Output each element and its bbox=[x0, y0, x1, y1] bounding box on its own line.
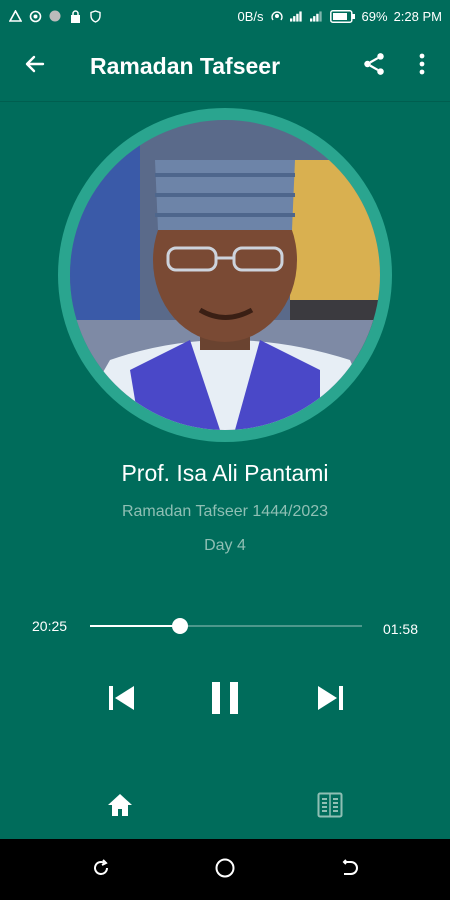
warning-icon bbox=[8, 9, 22, 23]
episode-title: Day 4 bbox=[204, 537, 246, 554]
app-bar: Ramadan Tafseer bbox=[0, 32, 450, 102]
recents-icon bbox=[91, 858, 111, 883]
signal-2-icon bbox=[309, 9, 324, 23]
bottom-navigation bbox=[0, 775, 450, 839]
skip-previous-icon bbox=[107, 684, 137, 717]
signal-icon bbox=[289, 9, 304, 23]
artwork-ring bbox=[58, 108, 392, 442]
status-bar: 0B/s 69% 2:28 PM bbox=[0, 0, 450, 32]
arrow-back-icon bbox=[23, 52, 47, 81]
remaining-time: 01:58 bbox=[382, 621, 418, 637]
page-title: Ramadan Tafseer bbox=[90, 53, 281, 79]
more-options-button[interactable] bbox=[398, 32, 446, 102]
back-system-button[interactable] bbox=[336, 857, 362, 883]
circle-icon bbox=[214, 857, 236, 884]
system-navigation-bar bbox=[0, 839, 450, 900]
battery-text: 69% bbox=[361, 8, 388, 24]
skip-next-icon bbox=[315, 684, 345, 717]
dot-icon bbox=[48, 9, 62, 23]
playback-controls bbox=[0, 672, 450, 728]
battery-icon bbox=[329, 9, 356, 23]
recents-button[interactable] bbox=[88, 857, 114, 883]
speaker-portrait bbox=[70, 120, 380, 430]
seek-row: 20:25 01:58 bbox=[0, 612, 450, 642]
status-left-icons bbox=[8, 9, 102, 23]
lock-icon bbox=[68, 9, 82, 23]
back-button[interactable] bbox=[0, 32, 70, 102]
nav-playlist[interactable] bbox=[300, 775, 360, 839]
seek-bar[interactable] bbox=[90, 618, 362, 634]
clock-text: 2:28 PM bbox=[393, 8, 442, 24]
elapsed-time: 20:25 bbox=[32, 618, 68, 634]
next-button[interactable] bbox=[308, 672, 352, 728]
status-right-icons: 0B/s 69% 2:28 PM bbox=[238, 9, 442, 24]
more-vert-icon bbox=[419, 53, 425, 80]
back-arc-icon bbox=[339, 858, 359, 883]
hotspot-icon bbox=[270, 9, 284, 23]
speaker-name: Prof. Isa Ali Pantami bbox=[121, 460, 329, 486]
share-button[interactable] bbox=[350, 32, 398, 102]
pause-icon bbox=[210, 681, 240, 720]
share-icon bbox=[361, 51, 387, 82]
home-system-button[interactable] bbox=[212, 857, 238, 883]
shield-icon bbox=[88, 9, 102, 23]
net-speed-text: 0B/s bbox=[237, 8, 264, 24]
target-icon bbox=[28, 9, 42, 23]
album-title: Ramadan Tafseer 1444/2023 bbox=[121, 503, 329, 520]
nav-home[interactable] bbox=[90, 775, 150, 839]
list-icon bbox=[317, 792, 343, 823]
seek-thumb[interactable] bbox=[171, 618, 188, 634]
seek-progress bbox=[90, 625, 180, 627]
home-icon bbox=[106, 792, 134, 823]
pause-button[interactable] bbox=[202, 672, 248, 728]
previous-button[interactable] bbox=[100, 672, 144, 728]
